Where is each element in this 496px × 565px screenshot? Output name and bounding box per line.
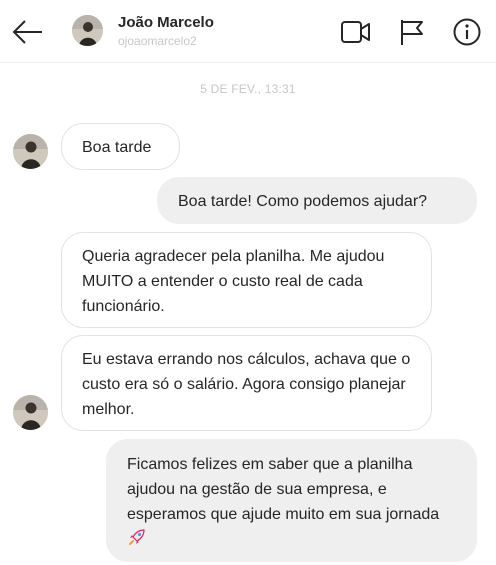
sender-avatar[interactable] (13, 395, 48, 430)
video-call-icon (341, 21, 370, 43)
video-call-button[interactable] (340, 17, 370, 47)
report-button[interactable] (397, 17, 427, 47)
profile-photo (72, 15, 103, 46)
info-button[interactable] (452, 17, 482, 47)
back-button[interactable] (10, 15, 46, 49)
outgoing-message[interactable]: Ficamos felizes em saber que a planilha … (106, 439, 477, 562)
incoming-message[interactable]: Eu estava errando nos cálculos, achava q… (61, 335, 432, 431)
message-text: Boa tarde (82, 139, 152, 156)
message-timestamp: 5 DE FEV., 13:31 (200, 82, 296, 96)
chat-header: João Marcelo ojoaomarcelo2 (0, 0, 496, 63)
profile-photo (13, 395, 48, 430)
contact-username: ojoaomarcelo2 (118, 34, 197, 48)
contact-name[interactable]: João Marcelo (118, 14, 214, 31)
message-text: Eu estava errando nos cálculos, achava q… (82, 351, 411, 418)
incoming-message[interactable]: Queria agradecer pela planilha. Me ajudo… (61, 232, 432, 328)
header-avatar[interactable] (72, 15, 103, 46)
profile-photo (13, 134, 48, 169)
info-icon (453, 18, 481, 46)
back-arrow-icon (12, 20, 42, 44)
sender-avatar[interactable] (13, 134, 48, 169)
message-text: Boa tarde! Como podemos ajudar? (178, 193, 428, 210)
flag-icon (401, 20, 423, 45)
rocket-icon (127, 527, 147, 555)
message-text: Queria agradecer pela planilha. Me ajudo… (82, 248, 385, 315)
outgoing-message[interactable]: Boa tarde! Como podemos ajudar? (157, 177, 477, 224)
incoming-message[interactable]: Boa tarde (61, 123, 180, 170)
message-text: Ficamos felizes em saber que a planilha … (127, 456, 440, 523)
